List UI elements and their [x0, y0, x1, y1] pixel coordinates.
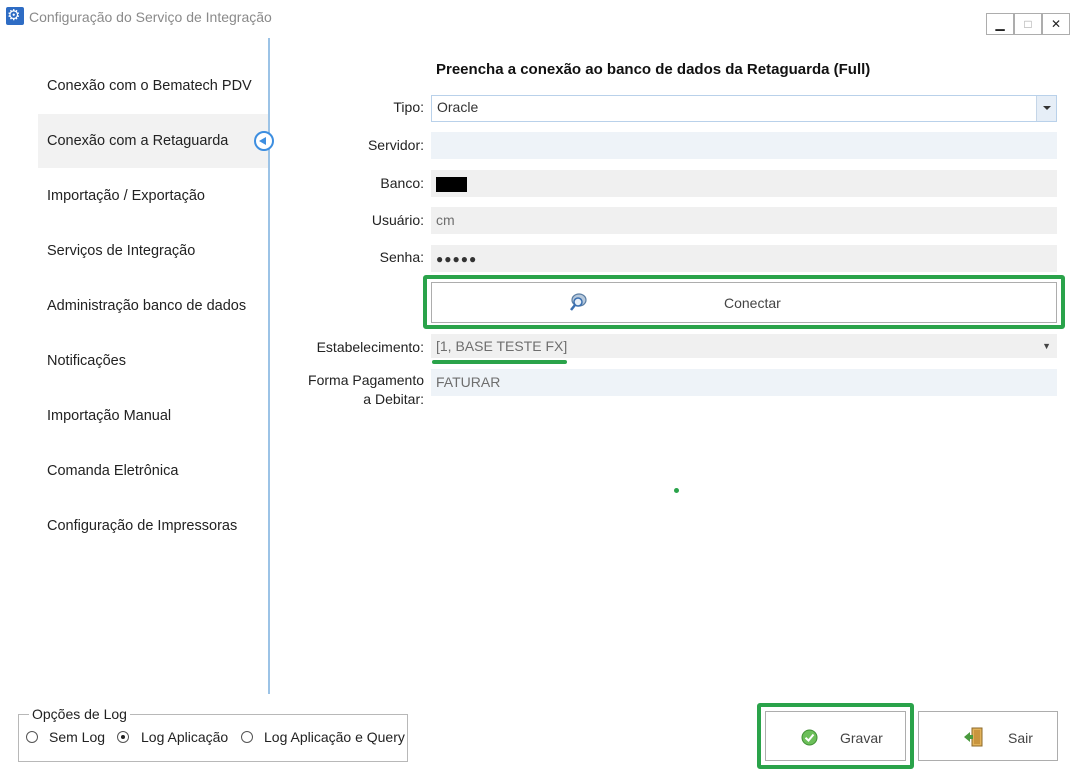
gravar-button[interactable]: Gravar [765, 711, 906, 761]
conectar-label: Conectar [724, 295, 781, 311]
active-item-arrow-icon [254, 131, 274, 151]
window-title: Configuração do Serviço de Integração [29, 9, 272, 25]
chevron-down-icon[interactable] [1036, 96, 1056, 121]
password-mask: ●●●●● [436, 252, 478, 266]
sidebar-item-comanda-eletronica[interactable]: Comanda Eletrônica [38, 444, 268, 498]
app-gear-icon [6, 6, 24, 25]
redacted-value [436, 176, 467, 192]
log-options-title: Opções de Log [29, 706, 130, 722]
sair-label: Sair [1008, 730, 1033, 746]
estabelecimento-select[interactable]: [1, BASE TESTE FX] ▼ [431, 334, 1057, 358]
tipo-select[interactable]: Oracle [431, 95, 1057, 122]
exit-door-icon [964, 727, 983, 747]
highlight-estabelecimento-underline [432, 360, 567, 364]
servidor-label: Servidor: [367, 137, 424, 153]
usuario-label: Usuário: [371, 212, 424, 228]
radio-log-aplicacao[interactable] [117, 731, 129, 743]
banco-label: Banco: [380, 175, 424, 191]
close-button[interactable]: ✕ [1042, 13, 1070, 35]
title-bar: Configuração do Serviço de Integração ▁ … [0, 0, 1077, 38]
minimize-button[interactable]: ▁ [986, 13, 1014, 35]
check-circle-icon [801, 729, 818, 746]
senha-input[interactable]: ●●●●● [431, 245, 1057, 272]
tipo-label: Tipo: [393, 99, 424, 115]
tipo-select-value: Oracle [437, 99, 479, 115]
estabelecimento-value: [1, BASE TESTE FX] [436, 338, 568, 354]
senha-label: Senha: [379, 249, 424, 265]
maximize-button[interactable]: □ [1014, 13, 1042, 35]
conectar-button[interactable]: Conectar [431, 282, 1057, 323]
sidebar-item-notificacoes[interactable]: Notificações [38, 334, 268, 388]
sidebar-item-retaguarda[interactable]: Conexão com a Retaguarda [38, 114, 268, 168]
estabelecimento-label: Estabelecimento: [316, 339, 424, 355]
usuario-input[interactable]: cm [431, 207, 1057, 234]
gravar-label: Gravar [840, 730, 883, 746]
sidebar-item-servicos-integracao[interactable]: Serviços de Integração [38, 224, 268, 278]
radio-log-aplicacao-query[interactable] [241, 731, 253, 743]
radio-sem-log-label[interactable]: Sem Log [49, 729, 105, 745]
sair-button[interactable]: Sair [918, 711, 1058, 761]
forma-pagamento-label-line2: a Debitar: [363, 391, 424, 407]
form-heading: Preencha a conexão ao banco de dados da … [436, 61, 871, 78]
radio-log-aplicacao-label[interactable]: Log Aplicação [141, 729, 228, 745]
radio-log-aplicacao-query-label[interactable]: Log Aplicação e Query [264, 729, 405, 745]
sidebar-item-importacao-manual[interactable]: Importação Manual [38, 389, 268, 443]
sidebar-item-configuracao-impressoras[interactable]: Configuração de Impressoras [38, 499, 268, 553]
chevron-down-icon[interactable]: ▼ [1042, 334, 1051, 358]
radio-sem-log[interactable] [26, 731, 38, 743]
sidebar-item-importacao-exportacao[interactable]: Importação / Exportação [38, 169, 268, 223]
servidor-input[interactable] [431, 132, 1057, 159]
banco-input[interactable] [431, 170, 1057, 197]
sidebar-item-bematech-pdv[interactable]: Conexão com o Bematech PDV [38, 59, 268, 113]
green-dot-marker [674, 488, 679, 493]
forma-pagamento-label-line1: Forma Pagamento [308, 372, 424, 388]
sidebar-item-administracao-banco[interactable]: Administração banco de dados [38, 279, 268, 333]
database-search-icon [570, 293, 587, 311]
forma-pagamento-input[interactable]: FATURAR [431, 369, 1057, 396]
